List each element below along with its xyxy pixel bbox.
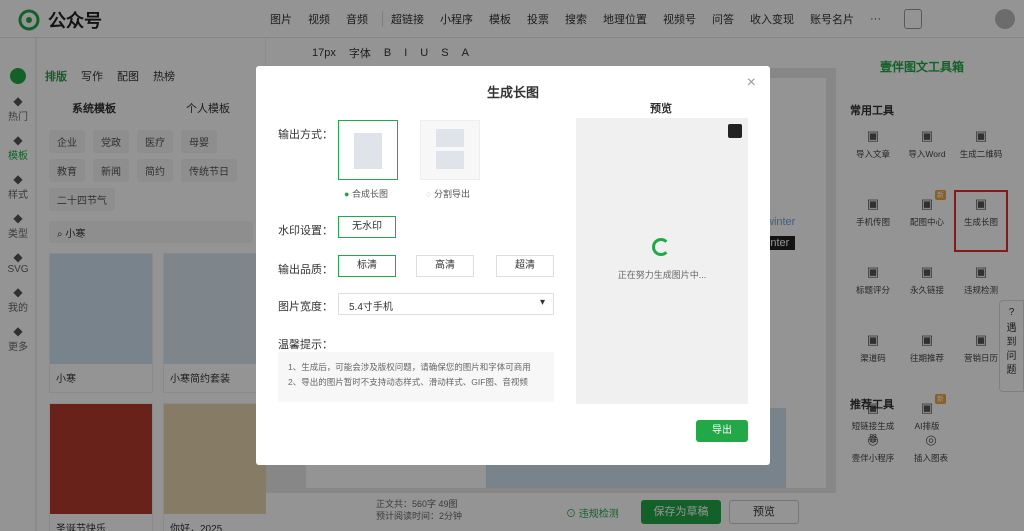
preview-box: 正在努力生成图片中... — [576, 118, 748, 404]
long-image-icon — [354, 133, 382, 169]
width-select[interactable]: 5.4寸手机 ▾ — [338, 293, 554, 315]
quality-label: 输出品质： — [278, 264, 333, 276]
loading-spinner-icon — [652, 238, 670, 256]
tips-box: 1、生成后，可能会涉及版权问题，请确保您的图片和字体可商用 2、导出的图片暂时不… — [278, 352, 554, 402]
long-image-dialog: 生成长图 × 输出方式： ● 合成长图 ○ 分割导出 水印设置： 无水印 输出品… — [256, 66, 770, 465]
radio-icon: ○ — [426, 189, 432, 199]
tips-label: 温馨提示： — [278, 339, 333, 351]
quality-ultra[interactable]: 超清 — [496, 255, 554, 277]
tip-line: 2、导出的图片暂时不支持动态样式、滑动样式、GIF图、音视频 — [288, 377, 528, 387]
watermark-option[interactable]: 无水印 — [338, 216, 396, 238]
radio-merged-label: 合成长图 — [351, 189, 388, 199]
radio-split-label: 分割导出 — [433, 189, 470, 199]
output-label: 输出方式： — [278, 129, 333, 141]
chevron-down-icon: ▾ — [539, 297, 545, 308]
close-icon[interactable]: × — [747, 74, 756, 92]
quality-high[interactable]: 高清 — [416, 255, 474, 277]
option-merged-long-image[interactable] — [338, 120, 398, 180]
radio-split[interactable]: ○ 分割导出 — [426, 187, 470, 200]
watermark-label: 水印设置： — [278, 225, 333, 237]
preview-title: 预览 — [650, 103, 672, 115]
fullscreen-icon[interactable] — [728, 124, 742, 138]
quality-standard[interactable]: 标清 — [338, 255, 396, 277]
check-icon: ● — [344, 189, 350, 199]
radio-merged[interactable]: ● 合成长图 — [344, 187, 388, 200]
loading-text: 正在努力生成图片中... — [617, 270, 707, 280]
option-split-export[interactable] — [420, 120, 480, 180]
tip-line: 1、生成后，可能会涉及版权问题，请确保您的图片和字体可商用 — [288, 362, 531, 372]
width-label: 图片宽度： — [278, 301, 333, 313]
export-button[interactable]: 导出 — [696, 420, 748, 442]
dialog-title: 生成长图 — [486, 85, 539, 100]
image-icon — [436, 151, 464, 169]
image-icon — [436, 129, 464, 147]
width-select-value: 5.4寸手机 — [349, 302, 393, 313]
